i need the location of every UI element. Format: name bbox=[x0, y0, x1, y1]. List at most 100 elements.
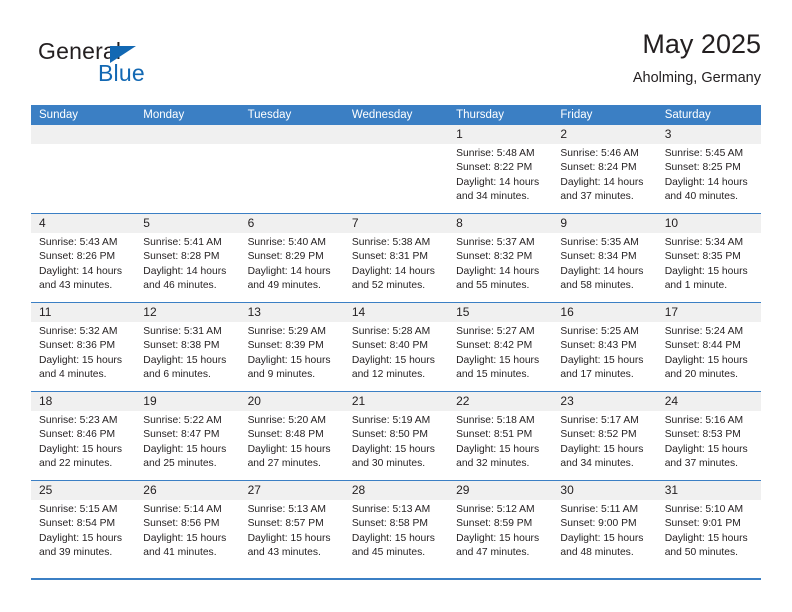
sunset-text: Sunset: 8:48 PM bbox=[247, 429, 324, 441]
day-details: Sunrise: 5:15 AM Sunset: 8:54 PM Daylight:… bbox=[31, 500, 135, 561]
day-cell-28[interactable]: 28 Sunrise: 5:13 AM Sunset: 8:58 PM Dayligh… bbox=[343, 481, 449, 569]
day-cell-7[interactable]: 7 Sunrise: 5:38 AM Sunset: 8:31 PM Daylight… bbox=[343, 214, 449, 302]
sunset-text: Sunset: 8:25 PM bbox=[664, 162, 741, 174]
day-details: Sunrise: 5:27 AM Sunset: 8:42 PM Daylight:… bbox=[448, 322, 552, 383]
sunrise-text: Sunrise: 5:13 AM bbox=[351, 504, 431, 515]
sunrise-text: Sunrise: 5:23 AM bbox=[39, 415, 118, 426]
day-cell-14[interactable]: 14 Sunrise: 5:28 AM Sunset: 8:40 PM Dayligh… bbox=[343, 303, 449, 391]
day-number: 2 bbox=[552, 125, 657, 144]
day-details: Sunrise: 5:41 AM Sunset: 8:28 PM Daylight:… bbox=[135, 233, 239, 294]
sunset-text: Sunset: 9:00 PM bbox=[560, 518, 637, 530]
sunset-text: Sunset: 9:01 PM bbox=[664, 518, 741, 530]
day-details: Sunrise: 5:14 AM Sunset: 8:56 PM Daylight:… bbox=[135, 500, 239, 561]
sunrise-text: Sunrise: 5:19 AM bbox=[351, 415, 431, 426]
daylight-text: Daylight: 15 hours and 48 minutes. bbox=[560, 532, 644, 559]
sunrise-text: Sunrise: 5:32 AM bbox=[39, 326, 118, 337]
day-details: Sunrise: 5:46 AM Sunset: 8:24 PM Daylight:… bbox=[552, 144, 656, 205]
daylight-text: Daylight: 15 hours and 1 minute. bbox=[664, 265, 748, 292]
daylight-text: Daylight: 14 hours and 46 minutes. bbox=[143, 265, 227, 292]
day-details: Sunrise: 5:16 AM Sunset: 8:53 PM Daylight:… bbox=[657, 411, 761, 472]
day-number: 30 bbox=[552, 481, 657, 500]
day-cell-29[interactable]: 29 Sunrise: 5:12 AM Sunset: 8:59 PM Dayligh… bbox=[448, 481, 553, 569]
day-cell-22[interactable]: 22 Sunrise: 5:18 AM Sunset: 8:51 PM Dayligh… bbox=[448, 392, 553, 480]
day-cell-9[interactable]: 9 Sunrise: 5:35 AM Sunset: 8:34 PM Daylight… bbox=[552, 214, 657, 302]
day-cell-18[interactable]: 18 Sunrise: 5:23 AM Sunset: 8:46 PM Dayligh… bbox=[31, 392, 136, 480]
day-cell-6[interactable]: 6 Sunrise: 5:40 AM Sunset: 8:29 PM Daylight… bbox=[239, 214, 344, 302]
day-cell-25[interactable]: 25 Sunrise: 5:15 AM Sunset: 8:54 PM Dayligh… bbox=[31, 481, 136, 569]
day-cell-11[interactable]: 11 Sunrise: 5:32 AM Sunset: 8:36 PM Dayligh… bbox=[31, 303, 136, 391]
sunrise-text: Sunrise: 5:10 AM bbox=[664, 504, 744, 515]
day-cell-8[interactable]: 8 Sunrise: 5:37 AM Sunset: 8:32 PM Daylight… bbox=[448, 214, 553, 302]
day-details bbox=[135, 144, 239, 147]
sunrise-text: Sunrise: 5:38 AM bbox=[351, 237, 431, 248]
sunrise-text: Sunrise: 5:27 AM bbox=[456, 326, 535, 337]
weekday-header-sunday: Sunday bbox=[39, 109, 79, 121]
day-cell-empty bbox=[135, 125, 240, 213]
day-cell-19[interactable]: 19 Sunrise: 5:22 AM Sunset: 8:47 PM Dayligh… bbox=[135, 392, 240, 480]
day-cell-31[interactable]: 31 Sunrise: 5:10 AM Sunset: 9:01 PM Dayligh… bbox=[656, 481, 761, 569]
sunset-text: Sunset: 8:24 PM bbox=[560, 162, 637, 174]
calendar-page: General Blue May 2025 Aholming, Germany … bbox=[0, 0, 792, 612]
daylight-text: Daylight: 14 hours and 49 minutes. bbox=[247, 265, 331, 292]
week-row: 18 Sunrise: 5:23 AM Sunset: 8:46 PM Dayligh… bbox=[31, 391, 761, 480]
day-cell-23[interactable]: 23 Sunrise: 5:17 AM Sunset: 8:52 PM Dayligh… bbox=[552, 392, 657, 480]
week-row: 11 Sunrise: 5:32 AM Sunset: 8:36 PM Dayligh… bbox=[31, 302, 761, 391]
day-number: 31 bbox=[656, 481, 761, 500]
day-cell-10[interactable]: 10 Sunrise: 5:34 AM Sunset: 8:35 PM Dayligh… bbox=[656, 214, 761, 302]
sunrise-text: Sunrise: 5:41 AM bbox=[143, 237, 222, 248]
sunset-text: Sunset: 8:51 PM bbox=[456, 429, 533, 441]
daylight-text: Daylight: 15 hours and 30 minutes. bbox=[351, 443, 435, 470]
sunset-text: Sunset: 8:32 PM bbox=[456, 251, 533, 263]
calendar-grid: Sunday Monday Tuesday Wednesday Thursday Frid… bbox=[31, 105, 761, 569]
day-number: 20 bbox=[239, 392, 344, 411]
day-cell-26[interactable]: 26 Sunrise: 5:14 AM Sunset: 8:56 PM Dayligh… bbox=[135, 481, 240, 569]
weekday-header-row: Sunday Monday Tuesday Wednesday Thursday Frid… bbox=[31, 105, 761, 125]
sunrise-text: Sunrise: 5:18 AM bbox=[456, 415, 535, 426]
day-cell-3[interactable]: 3 Sunrise: 5:45 AM Sunset: 8:25 PM Daylight… bbox=[656, 125, 761, 213]
sunrise-text: Sunrise: 5:25 AM bbox=[560, 326, 639, 337]
day-number: 29 bbox=[448, 481, 553, 500]
day-cell-30[interactable]: 30 Sunrise: 5:11 AM Sunset: 9:00 PM Dayligh… bbox=[552, 481, 657, 569]
day-number: 18 bbox=[31, 392, 136, 411]
day-details: Sunrise: 5:40 AM Sunset: 8:29 PM Daylight:… bbox=[240, 233, 344, 294]
day-number: 13 bbox=[239, 303, 344, 322]
day-cell-4[interactable]: 4 Sunrise: 5:43 AM Sunset: 8:26 PM Daylight… bbox=[31, 214, 136, 302]
weekday-header-saturday: Saturday bbox=[664, 109, 711, 121]
page-title: May 2025 bbox=[642, 29, 761, 59]
sunrise-text: Sunrise: 5:35 AM bbox=[560, 237, 639, 248]
daylight-text: Daylight: 15 hours and 37 minutes. bbox=[664, 443, 748, 470]
day-number: 3 bbox=[656, 125, 761, 144]
weekday-header-wednesday: Wednesday bbox=[351, 109, 413, 121]
day-cell-21[interactable]: 21 Sunrise: 5:19 AM Sunset: 8:50 PM Dayligh… bbox=[343, 392, 449, 480]
weeks-container: 1 Sunrise: 5:48 AM Sunset: 8:22 PM Daylight… bbox=[31, 125, 761, 569]
day-cell-24[interactable]: 24 Sunrise: 5:16 AM Sunset: 8:53 PM Dayligh… bbox=[656, 392, 761, 480]
day-number bbox=[239, 125, 344, 144]
day-cell-15[interactable]: 15 Sunrise: 5:27 AM Sunset: 8:42 PM Dayligh… bbox=[448, 303, 553, 391]
day-cell-5[interactable]: 5 Sunrise: 5:41 AM Sunset: 8:28 PM Daylight… bbox=[135, 214, 240, 302]
day-details bbox=[344, 144, 448, 147]
sunset-text: Sunset: 8:50 PM bbox=[351, 429, 428, 441]
day-number: 4 bbox=[31, 214, 136, 233]
day-cell-1[interactable]: 1 Sunrise: 5:48 AM Sunset: 8:22 PM Daylight… bbox=[448, 125, 553, 213]
day-number: 15 bbox=[448, 303, 553, 322]
weekday-header-friday: Friday bbox=[560, 109, 593, 121]
sunrise-text: Sunrise: 5:34 AM bbox=[664, 237, 744, 248]
day-details: Sunrise: 5:28 AM Sunset: 8:40 PM Daylight:… bbox=[344, 322, 448, 383]
sunrise-text: Sunrise: 5:13 AM bbox=[247, 504, 326, 515]
sunset-text: Sunset: 8:56 PM bbox=[143, 518, 220, 530]
day-cell-20[interactable]: 20 Sunrise: 5:20 AM Sunset: 8:48 PM Dayligh… bbox=[239, 392, 344, 480]
day-number: 10 bbox=[656, 214, 761, 233]
day-cell-2[interactable]: 2 Sunrise: 5:46 AM Sunset: 8:24 PM Daylight… bbox=[552, 125, 657, 213]
sunset-text: Sunset: 8:36 PM bbox=[39, 340, 116, 352]
day-cell-16[interactable]: 16 Sunrise: 5:25 AM Sunset: 8:43 PM Dayligh… bbox=[552, 303, 657, 391]
day-cell-12[interactable]: 12 Sunrise: 5:31 AM Sunset: 8:38 PM Dayligh… bbox=[135, 303, 240, 391]
day-cell-17[interactable]: 17 Sunrise: 5:24 AM Sunset: 8:44 PM Dayligh… bbox=[656, 303, 761, 391]
sunset-text: Sunset: 8:52 PM bbox=[560, 429, 637, 441]
day-cell-27[interactable]: 27 Sunrise: 5:13 AM Sunset: 8:57 PM Dayligh… bbox=[239, 481, 344, 569]
sunrise-text: Sunrise: 5:24 AM bbox=[664, 326, 744, 337]
generalblue-logo[interactable]: General Blue bbox=[38, 38, 238, 94]
day-cell-13[interactable]: 13 Sunrise: 5:29 AM Sunset: 8:39 PM Dayligh… bbox=[239, 303, 344, 391]
daylight-text: Daylight: 15 hours and 45 minutes. bbox=[351, 532, 435, 559]
day-details: Sunrise: 5:11 AM Sunset: 9:00 PM Daylight:… bbox=[552, 500, 656, 561]
day-number bbox=[135, 125, 240, 144]
